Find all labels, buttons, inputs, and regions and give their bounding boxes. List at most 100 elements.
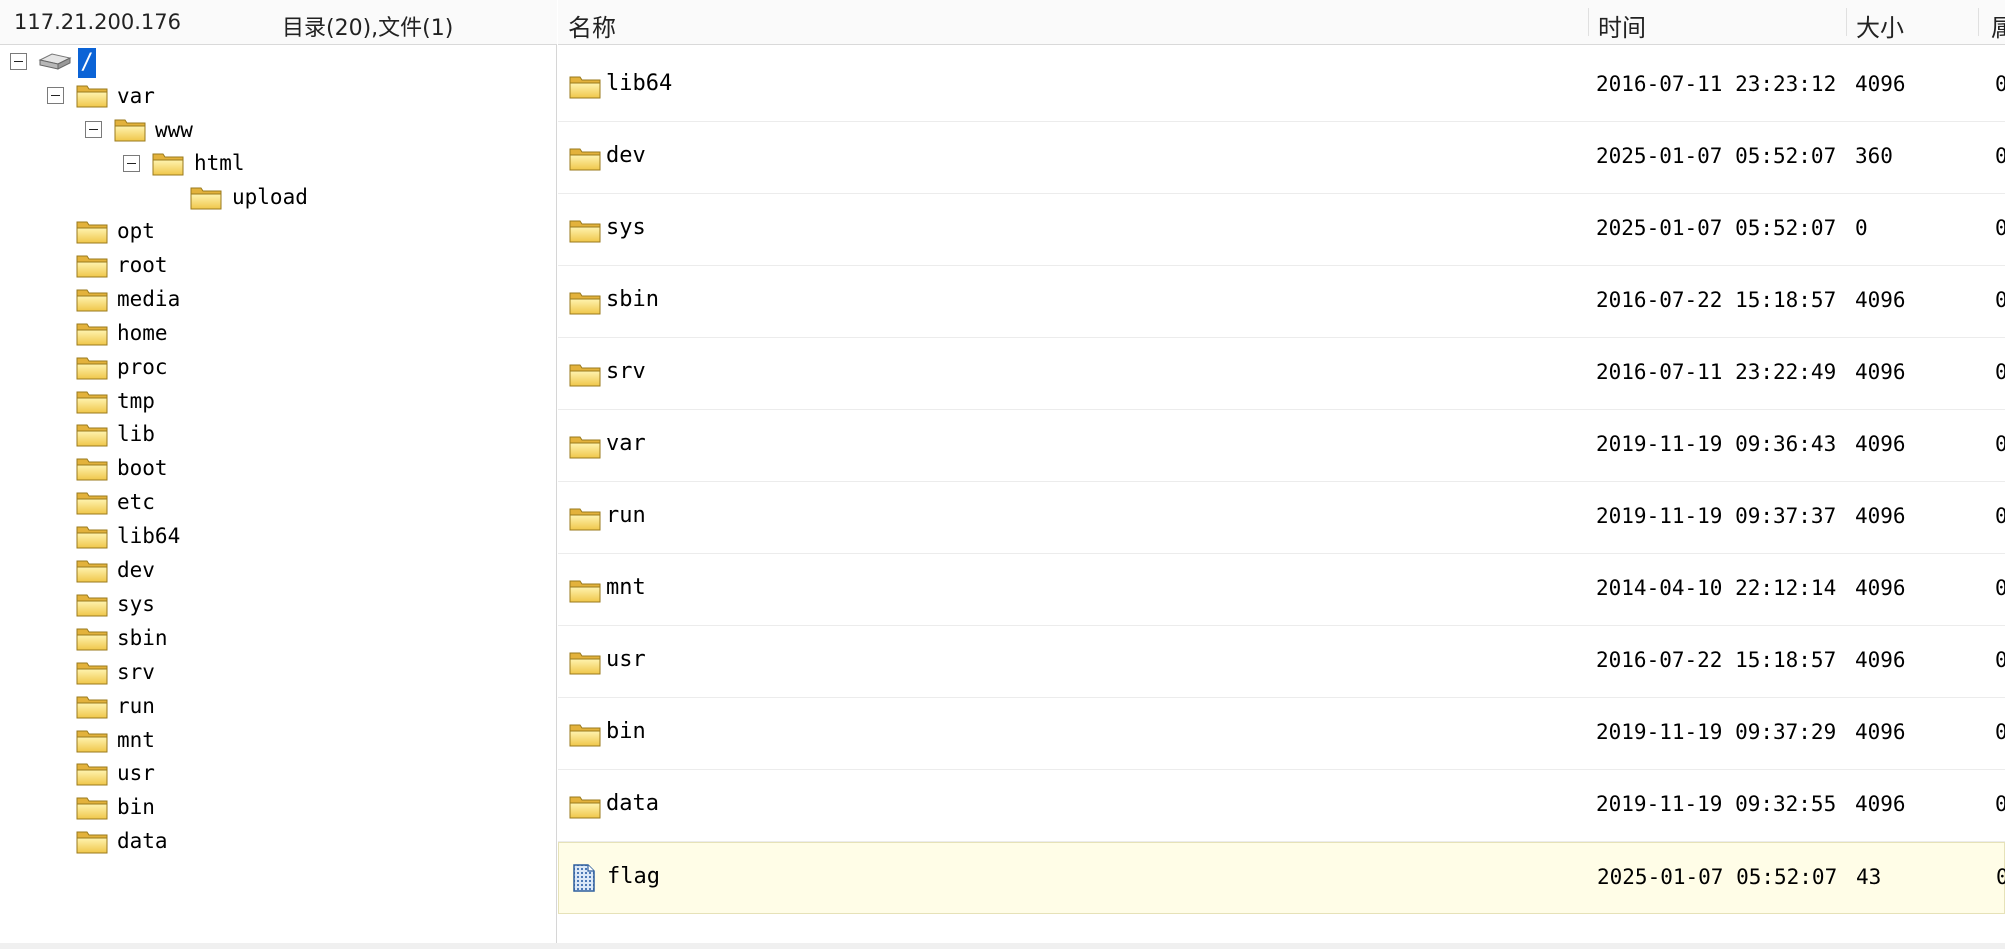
tree-item-usr[interactable]: usr: [117, 761, 155, 785]
file-perm: 0: [1995, 504, 2005, 528]
tree-item-sys[interactable]: sys: [117, 592, 155, 616]
folder-icon: [76, 727, 108, 753]
file-time: 2025-01-07 05:52:07: [1596, 144, 1837, 168]
collapse-toggle-root[interactable]: [10, 53, 27, 70]
tree-item-media[interactable]: media: [117, 287, 180, 311]
file-size: 4096: [1855, 792, 1906, 816]
folder-icon: [76, 82, 108, 108]
file-size: 4096: [1855, 504, 1906, 528]
tree-item-boot[interactable]: boot: [117, 456, 168, 480]
file-perm: 0: [1996, 865, 2005, 889]
tree-item-opt[interactable]: opt: [117, 219, 155, 243]
file-size: 360: [1855, 144, 1893, 168]
tree-header: 117.21.200.176 目录(20),文件(1): [0, 0, 557, 45]
column-divider[interactable]: [1588, 8, 1589, 36]
file-time: 2016-07-22 15:18:57: [1596, 648, 1837, 672]
column-divider[interactable]: [1846, 8, 1847, 36]
tree-item-upload[interactable]: upload: [232, 185, 308, 209]
folder-icon: [190, 184, 222, 210]
file-name: bin: [606, 719, 646, 744]
folder-icon: [76, 320, 108, 346]
file-row[interactable]: lib64 2016-07-11 23:23:12 4096 0: [558, 50, 2005, 122]
column-header-time[interactable]: 时间: [1598, 8, 1646, 43]
file-name: sys: [606, 215, 646, 240]
folder-icon: [569, 144, 601, 172]
file-time: 2019-11-19 09:36:43: [1596, 432, 1837, 456]
tree-root-label[interactable]: /: [78, 48, 96, 78]
file-row[interactable]: dev 2025-01-07 05:52:07 360 0: [558, 122, 2005, 194]
column-divider[interactable]: [1978, 8, 1979, 36]
file-time: 2016-07-11 23:23:12: [1596, 72, 1837, 96]
file-row[interactable]: flag 2025-01-07 05:52:07 43 0: [558, 842, 2005, 914]
column-header-size[interactable]: 大小: [1856, 8, 1904, 43]
file-row[interactable]: sbin 2016-07-22 15:18:57 4096 0: [558, 266, 2005, 338]
file-row[interactable]: bin 2019-11-19 09:37:29 4096 0: [558, 698, 2005, 770]
tree-item-mnt[interactable]: mnt: [117, 728, 155, 752]
tree-item-lib[interactable]: lib: [117, 422, 155, 446]
folder-icon: [76, 693, 108, 719]
file-perm: 0: [1995, 288, 2005, 312]
file-perm: 0: [1995, 648, 2005, 672]
tree-item-root[interactable]: root: [117, 253, 168, 277]
file-row[interactable]: var 2019-11-19 09:36:43 4096 0: [558, 410, 2005, 482]
tree-item-var[interactable]: var: [117, 84, 155, 108]
collapse-toggle-www[interactable]: [85, 121, 102, 138]
horizontal-scrollbar[interactable]: [0, 943, 2005, 949]
file-name: dev: [606, 143, 646, 168]
file-list-panel: 名称 时间 大小 属 lib64 2016-07-11 23:23:12 4096 0…: [558, 0, 2005, 949]
folder-icon: [569, 432, 601, 460]
column-header-name[interactable]: 名称: [568, 8, 616, 43]
tree-item-srv[interactable]: srv: [117, 660, 155, 684]
tree-item-etc[interactable]: etc: [117, 490, 155, 514]
item-counts: 目录(20),文件(1): [282, 16, 454, 41]
file-perm: 0: [1995, 432, 2005, 456]
collapse-toggle-var[interactable]: [47, 87, 64, 104]
tree-item-lib64[interactable]: lib64: [117, 524, 180, 548]
tree-item-tmp[interactable]: tmp: [117, 389, 155, 413]
file-name: flag: [607, 864, 660, 889]
file-size: 4096: [1855, 648, 1906, 672]
file-name: run: [606, 503, 646, 528]
folder-icon: [569, 504, 601, 532]
collapse-toggle-html[interactable]: [123, 155, 140, 172]
folder-icon: [569, 720, 601, 748]
tree-item-www[interactable]: www: [155, 118, 193, 142]
tree-item-data[interactable]: data: [117, 829, 168, 853]
folder-icon: [76, 218, 108, 244]
file-time: 2019-11-19 09:37:29: [1596, 720, 1837, 744]
file-row[interactable]: srv 2016-07-11 23:22:49 4096 0: [558, 338, 2005, 410]
file-time: 2014-04-10 22:12:14: [1596, 576, 1837, 600]
folder-icon: [114, 116, 146, 142]
file-size: 4096: [1855, 72, 1906, 96]
file-perm: 0: [1995, 216, 2005, 240]
folder-icon: [569, 288, 601, 316]
tree-item-home[interactable]: home: [117, 321, 168, 345]
file-name: mnt: [606, 575, 646, 600]
folder-icon: [76, 354, 108, 380]
folder-icon: [569, 360, 601, 388]
folder-icon: [569, 576, 601, 604]
folder-icon: [76, 828, 108, 854]
folder-icon: [76, 286, 108, 312]
file-perm: 0: [1995, 72, 2005, 96]
file-time: 2019-11-19 09:32:55: [1596, 792, 1837, 816]
file-row[interactable]: sys 2025-01-07 05:52:07 0 0: [558, 194, 2005, 266]
file-name: data: [606, 791, 659, 816]
file-row[interactable]: mnt 2014-04-10 22:12:14 4096 0: [558, 554, 2005, 626]
file-row[interactable]: data 2019-11-19 09:32:55 4096 0: [558, 770, 2005, 842]
column-header-perm[interactable]: 属: [1991, 8, 2005, 43]
folder-icon: [76, 421, 108, 447]
file-name: srv: [606, 359, 646, 384]
tree-item-sbin[interactable]: sbin: [117, 626, 168, 650]
tree-item-run[interactable]: run: [117, 694, 155, 718]
folder-icon: [76, 388, 108, 414]
folder-icon: [76, 625, 108, 651]
folder-icon: [76, 557, 108, 583]
file-size: 4096: [1855, 360, 1906, 384]
tree-item-bin[interactable]: bin: [117, 795, 155, 819]
tree-item-html[interactable]: html: [194, 151, 245, 175]
tree-item-proc[interactable]: proc: [117, 355, 168, 379]
tree-item-dev[interactable]: dev: [117, 558, 155, 582]
file-row[interactable]: run 2019-11-19 09:37:37 4096 0: [558, 482, 2005, 554]
file-row[interactable]: usr 2016-07-22 15:18:57 4096 0: [558, 626, 2005, 698]
